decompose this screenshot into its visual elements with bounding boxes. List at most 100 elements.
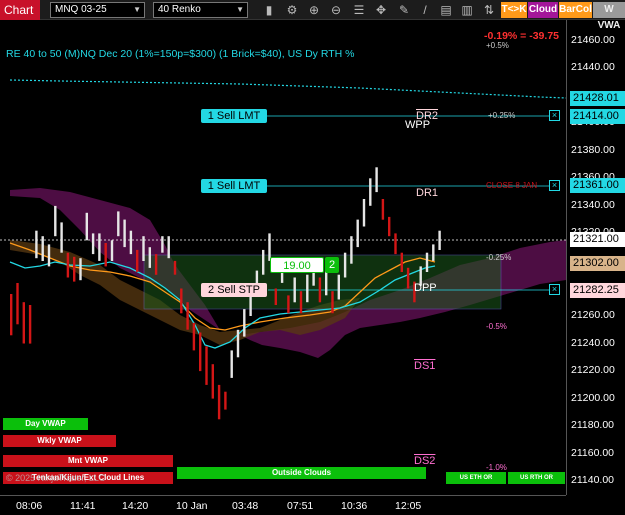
price-axis[interactable]: 21460.0021440.0021420.0021400.0021380.00… xyxy=(566,20,625,495)
upper-band-line xyxy=(9,79,566,99)
copyright-watermark: © 2025 NinjaTrader, LLC xyxy=(6,473,106,483)
cancel-order-1-icon[interactable]: × xyxy=(549,110,560,121)
chart-title: RE 40 to 50 (M)NQ Dec 20 (1%=150p=$300) … xyxy=(6,48,355,60)
price-tick-label: 21180.00 xyxy=(571,419,615,432)
renko-brick xyxy=(375,167,378,193)
mnt-vwap-legend[interactable]: Mnt VWAP xyxy=(3,455,173,467)
wvwap-toggle-button[interactable]: W VWA xyxy=(593,2,625,31)
renko-brick xyxy=(98,233,101,261)
time-label: 08:06 xyxy=(16,500,43,512)
cursor-icon[interactable]: ✥ xyxy=(374,2,388,18)
position-qty[interactable]: 2 xyxy=(325,257,339,273)
chevron-down-icon: ▼ xyxy=(236,5,244,14)
renko-brick xyxy=(425,252,429,272)
bar-type-selector[interactable]: 40 Renko ▼ xyxy=(153,2,248,18)
line-tool-icon[interactable]: / xyxy=(418,2,432,18)
price-tick-label: 21340.00 xyxy=(571,198,615,211)
price-tick-label: 21440.00 xyxy=(571,61,615,74)
renko-brick xyxy=(148,247,151,268)
renko-brick xyxy=(192,322,196,351)
wkly-vwap-legend[interactable]: Wkly VWAP xyxy=(3,435,116,447)
properties-icon[interactable]: ☰ xyxy=(352,2,366,18)
template-icon[interactable]: ▤ xyxy=(439,2,453,18)
renko-brick xyxy=(154,254,158,275)
renko-brick xyxy=(129,230,133,255)
time-label: 03:48 xyxy=(232,500,259,512)
renko-brick xyxy=(299,291,303,314)
renko-brick xyxy=(343,252,347,278)
renko-brick xyxy=(318,277,322,303)
pct-plus025: +0.25% xyxy=(488,111,516,120)
renko-brick xyxy=(262,249,265,275)
renko-brick xyxy=(161,236,164,253)
renko-brick xyxy=(406,267,410,289)
renko-brick xyxy=(236,329,240,358)
renko-brick xyxy=(142,236,145,261)
us-rth-or-legend[interactable]: US RTH OR xyxy=(508,472,565,484)
renko-brick xyxy=(394,233,397,255)
ds2-label: DS2 xyxy=(414,455,436,467)
price-tick-label: 21460.00 xyxy=(571,33,615,46)
indicators-icon[interactable]: ▥ xyxy=(460,2,474,18)
renko-brick xyxy=(381,199,385,220)
time-label: 11:41 xyxy=(70,500,96,512)
price-tick-label: 21240.00 xyxy=(571,336,615,349)
zoom-in-icon[interactable]: ⊕ xyxy=(307,2,321,18)
renko-brick xyxy=(306,274,309,303)
us-eth-or-legend[interactable]: US ETH OR xyxy=(446,472,506,484)
renko-brick xyxy=(186,302,189,330)
renko-brick xyxy=(79,258,82,281)
zoom-out-icon[interactable]: ⊖ xyxy=(329,2,343,18)
renko-brick xyxy=(243,309,246,337)
barcol-toggle-button[interactable]: BarCol xyxy=(559,2,592,18)
renko-brick xyxy=(388,216,391,237)
bar-chart-icon[interactable]: ▮ xyxy=(262,2,276,18)
wpp-label: WPP xyxy=(405,119,431,131)
price-tag-sell-lmt-1: 21414.00 xyxy=(570,109,625,124)
renko-brick xyxy=(28,305,32,344)
renko-brick xyxy=(438,230,441,250)
price-tick-label: 21380.00 xyxy=(571,143,615,156)
sell-stp-order[interactable]: 2 Sell STP xyxy=(201,283,267,297)
sell-lmt-order-1[interactable]: 1 Sell LMT xyxy=(201,109,267,123)
settings-icon[interactable]: ⚙ xyxy=(285,2,299,18)
renko-brick xyxy=(91,233,95,255)
renko-brick xyxy=(104,243,107,267)
close-8-jan-label: CLOSE 8 JAN xyxy=(486,181,538,190)
price-tick-label: 21260.00 xyxy=(571,309,615,321)
price-tag-cyan-line: 21428.01 xyxy=(570,91,625,106)
time-label: 10:36 xyxy=(341,500,368,512)
renko-brick xyxy=(180,288,183,314)
pct-minus05: -0.5% xyxy=(486,322,507,331)
cancel-order-3-icon[interactable]: × xyxy=(549,284,560,295)
position-pnl[interactable]: 19.00 xyxy=(270,257,324,273)
strategies-icon[interactable]: ⇅ xyxy=(482,2,496,18)
renko-brick xyxy=(110,240,114,261)
renko-brick xyxy=(199,332,202,372)
price-tag-last: 21321.00 xyxy=(570,232,625,247)
cloud-toggle-button[interactable]: Cloud xyxy=(528,2,558,18)
renko-brick xyxy=(22,302,25,344)
renko-brick xyxy=(400,252,403,272)
sell-lmt-order-2[interactable]: 1 Sell LMT xyxy=(201,179,267,193)
draw-tool-icon[interactable]: ✎ xyxy=(397,2,411,18)
renko-brick xyxy=(356,219,359,248)
cancel-order-2-icon[interactable]: × xyxy=(549,180,560,191)
renko-brick xyxy=(331,291,334,314)
renko-brick xyxy=(337,274,340,300)
pct-minus1: -1.0% xyxy=(486,463,507,472)
renko-brick xyxy=(274,288,277,305)
renko-brick xyxy=(60,222,63,253)
instrument-value: MNQ 03-25 xyxy=(55,4,107,15)
chart-tab[interactable]: Chart xyxy=(0,0,40,20)
renko-brick xyxy=(35,230,38,259)
dpp-label: DPP xyxy=(414,282,437,294)
time-axis[interactable]: 08:06 11:41 14:20 10 Jan 03:48 07:51 10:… xyxy=(0,495,566,515)
day-vwap-legend[interactable]: Day VWAP xyxy=(3,418,88,430)
bar-type-value: 40 Renko xyxy=(158,4,201,15)
renko-brick xyxy=(16,283,19,325)
tk-toggle-button[interactable]: T<>K xyxy=(501,2,527,18)
time-label: 14:20 xyxy=(122,500,149,512)
instrument-selector[interactable]: MNQ 03-25 ▼ xyxy=(50,2,145,18)
outside-clouds-legend[interactable]: Outside Clouds xyxy=(177,467,426,479)
